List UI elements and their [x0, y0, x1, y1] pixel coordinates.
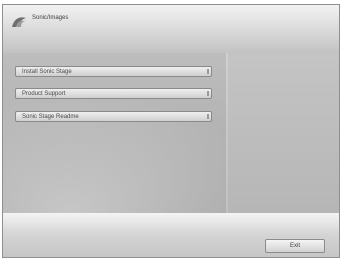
main-panel: Install Sonic Stage Product Support Soni…: [3, 53, 339, 213]
menu-item-label: Product Support: [22, 91, 66, 97]
exit-button-label: Exit: [289, 243, 300, 249]
sonic-stage-readme-button[interactable]: Sonic Stage Readme: [15, 111, 212, 122]
installer-window: Sonic/Images Install Sonic Stage Product…: [2, 4, 340, 258]
header-bar: Sonic/Images: [3, 5, 339, 53]
footer-bar: Exit: [3, 213, 339, 257]
header-title: Sonic/Images: [32, 15, 69, 21]
menu-item-label: Install Sonic Stage: [22, 69, 72, 75]
install-sonic-stage-button[interactable]: Install Sonic Stage: [15, 66, 212, 77]
exit-button[interactable]: Exit: [265, 239, 325, 253]
button-edge: [207, 69, 209, 74]
menu-panel: Install Sonic Stage Product Support Soni…: [3, 53, 223, 213]
button-edge: [207, 91, 209, 96]
button-edge: [207, 114, 209, 119]
description-panel: [228, 53, 339, 213]
product-support-button[interactable]: Product Support: [15, 88, 212, 99]
menu-item-label: Sonic Stage Readme: [22, 114, 79, 120]
logo-icon: [12, 17, 26, 27]
